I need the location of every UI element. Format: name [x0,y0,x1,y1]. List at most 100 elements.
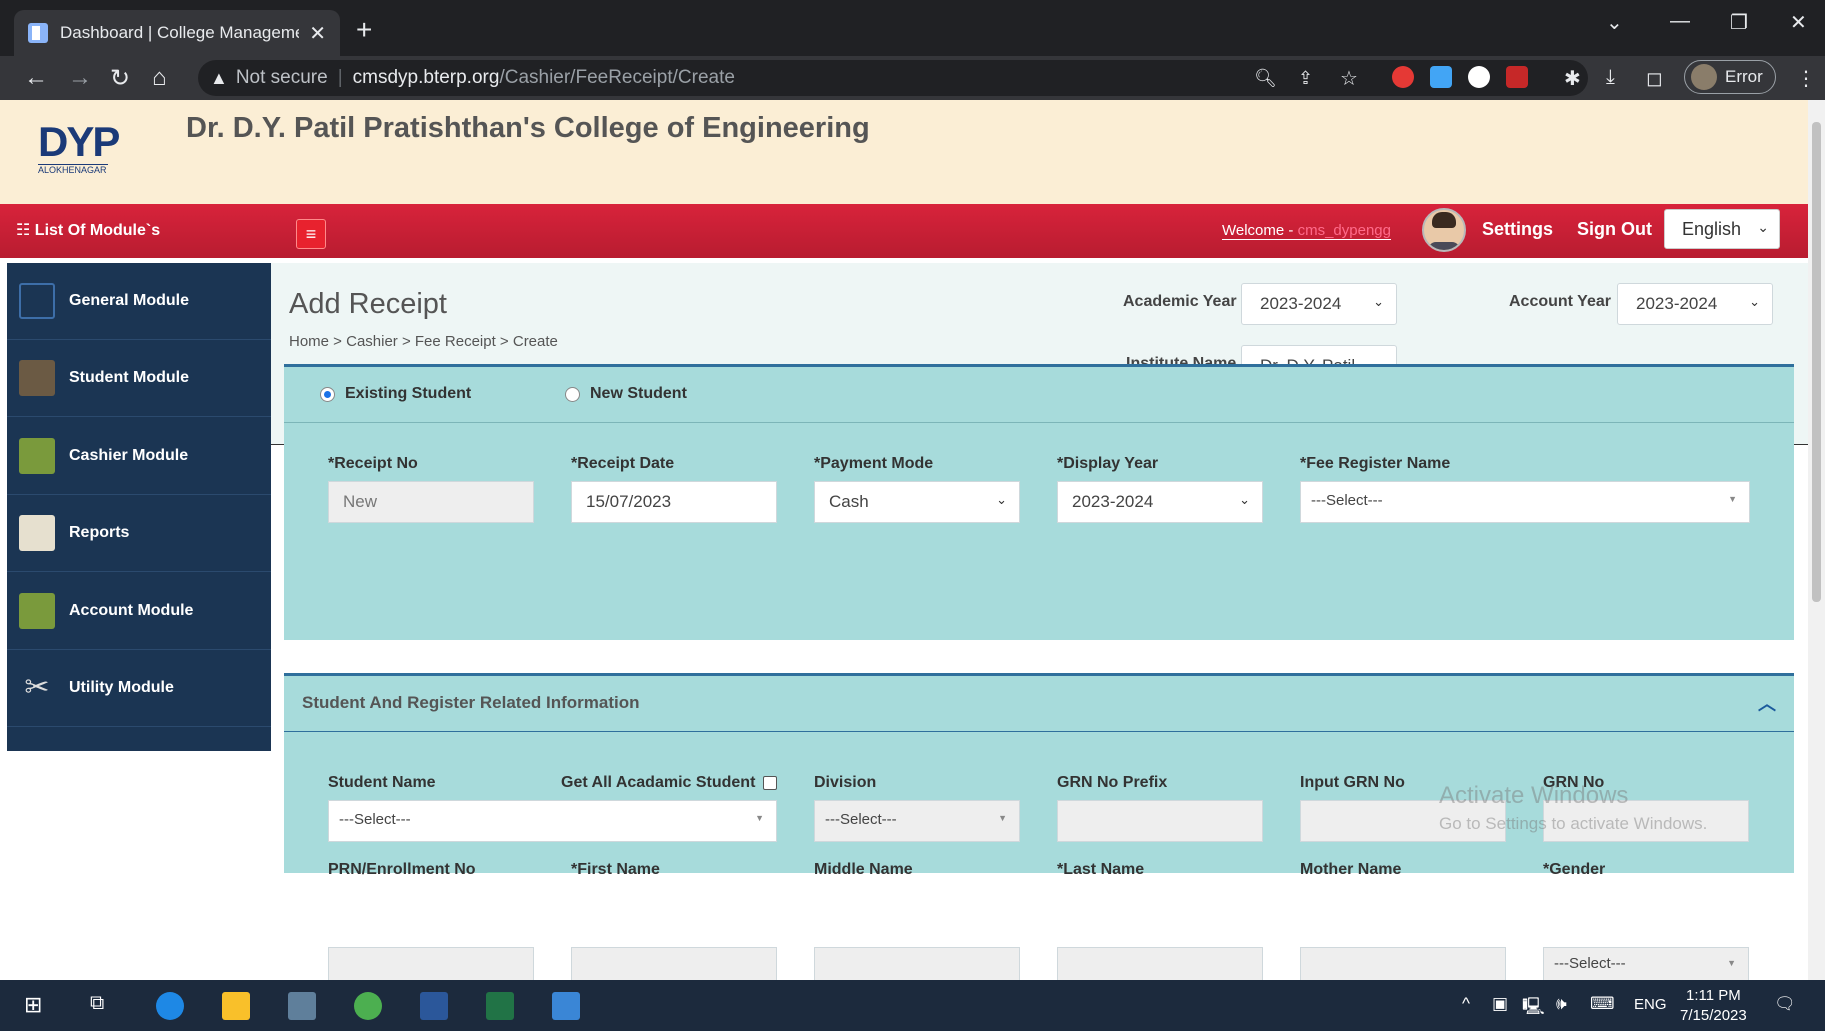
sidebar-item-reports[interactable]: Reports [7,495,271,572]
receipt-date-value: 15/07/2023 [586,492,672,511]
welcome-link[interactable]: Welcome - cms_dypengg [1222,222,1391,240]
address-bar-row: ← → ↻ ⌂ ▲ Not secure | cmsdyp.bterp.org … [0,56,1825,100]
calculator-icon[interactable] [288,992,316,1020]
windows-start-icon[interactable]: ⊞ [24,992,52,1020]
grn-prefix-field[interactable] [1057,800,1263,842]
restore-icon[interactable]: ❐ [1730,10,1748,35]
excel-icon[interactable] [486,992,514,1020]
sidebar-item-label: General Module [69,292,190,309]
academic-year-select[interactable]: 2023-2024 ⌄ [1241,283,1397,325]
tray-chevron-up-icon[interactable]: ^ [1462,994,1470,1014]
dropdown-arrow-icon: ▼ [1728,494,1737,504]
fee-register-select[interactable]: ---Select--- ▼ [1300,481,1750,523]
extension-blue-icon[interactable] [1430,66,1452,88]
page-scrollbar[interactable] [1808,100,1825,980]
back-icon[interactable]: ← [24,64,48,92]
side-panel-icon[interactable]: ◻ [1646,66,1663,91]
tray-app-icon[interactable]: ▣ [1492,994,1508,1014]
user-avatar[interactable] [1422,208,1466,252]
account-year-select[interactable]: 2023-2024 ⌄ [1617,283,1773,325]
get-all-students-checkbox[interactable] [763,775,778,790]
task-view-icon[interactable]: ⧉ [90,992,118,1020]
first-name-field[interactable] [571,947,777,980]
settings-link[interactable]: Settings [1482,219,1553,240]
last-name-field[interactable] [1057,947,1263,980]
windows-taskbar: ⊞ ⧉ ^ ▣ 🖳︎ 🕪︎ ⌨ ENG 1:11 PM 7/15/2023 🗨︎ [0,980,1825,1031]
url-field[interactable]: ▲ Not secure | cmsdyp.bterp.org /Cashier… [198,60,1588,96]
volume-icon[interactable]: 🕪︎ [1556,994,1567,1014]
extensions-puzzle-icon[interactable]: ✱ [1564,66,1581,91]
chevron-down-icon: ⌄ [1757,219,1769,235]
forward-icon[interactable]: → [68,64,92,92]
word-icon[interactable] [420,992,448,1020]
zoom-icon[interactable]: 🔍︎ [1254,68,1277,89]
browser-tab[interactable]: Dashboard | College Managemer ✕ [14,10,340,56]
account-year-value: 2023-2024 [1636,294,1718,313]
division-select[interactable]: ---Select--- ▼ [814,800,1020,842]
last-name-label: *Last Name [1057,861,1145,878]
sidebar-item-utility[interactable]: ✂ Utility Module [7,650,271,727]
receipt-no-label: *Receipt No [328,455,418,472]
extension-pdf-icon[interactable] [1506,66,1528,88]
sidebar-item-account[interactable]: Account Module [7,573,271,650]
receipt-date-field[interactable]: 15/07/2023 [571,481,777,523]
edge-icon[interactable] [156,992,184,1020]
account-icon [19,593,55,629]
activate-windows-hint: Go to Settings to activate Windows. [1439,814,1708,833]
middle-name-field[interactable] [814,947,1020,980]
notification-icon[interactable]: 🗨︎ [1774,994,1796,1014]
sidebar-item-general[interactable]: General Module [7,263,271,340]
collapse-chevron-up-icon[interactable]: ︿ [1758,690,1776,716]
breadcrumb: Home > Cashier > Fee Receipt > Create [289,333,558,350]
gender-select[interactable]: ---Select--- ▼ [1543,947,1749,980]
download-icon[interactable]: ⤓ [1606,66,1615,89]
new-tab-icon[interactable]: + [356,14,372,46]
student-panel-header[interactable]: Student And Register Related Information… [284,676,1794,732]
academic-year-value: 2023-2024 [1260,294,1342,313]
sidebar-item-label: Account Module [69,602,194,619]
tools-icon: ✂ [24,671,50,704]
receipt-date-label: *Receipt Date [571,455,675,472]
menu-toggle-button[interactable]: ≡ [296,219,326,249]
mother-name-field[interactable] [1300,947,1506,980]
network-icon[interactable]: 🖳︎ [1522,994,1545,1023]
new-student-radio[interactable]: New Student [565,385,687,403]
language-select[interactable]: English ⌄ [1664,209,1780,249]
home-icon[interactable]: ⌂ [152,64,167,92]
keyboard-icon[interactable]: ⌨ [1590,994,1615,1014]
payment-mode-select[interactable]: Cash ⌄ [814,481,1020,523]
chevron-down-icon: ⌄ [1373,294,1384,309]
student-info-panel: Student And Register Related Information… [284,673,1794,878]
prn-field[interactable] [328,947,534,980]
extension-red-icon[interactable] [1392,66,1414,88]
profile-error-button[interactable]: Error [1684,60,1776,94]
sidebar-item-student[interactable]: Student Module [7,340,271,417]
existing-student-radio[interactable]: Existing Student [320,385,471,403]
minimize-icon[interactable]: — [1670,10,1690,33]
input-language[interactable]: ENG [1634,996,1667,1013]
share-icon[interactable]: ⇪ [1298,68,1313,89]
display-year-select[interactable]: 2023-2024 ⌄ [1057,481,1263,523]
student-name-select[interactable]: ---Select--- ▼ [328,800,777,842]
radio-selected-icon [320,386,335,402]
scrollbar-thumb[interactable] [1812,122,1821,602]
tab-search-icon[interactable]: ⌄ [1606,10,1623,35]
close-window-icon[interactable]: ✕ [1790,10,1807,35]
taskbar-clock[interactable]: 1:11 PM 7/15/2023 [1680,986,1747,1026]
bookmark-star-icon[interactable]: ☆ [1340,66,1358,91]
chrome-icon[interactable] [354,992,382,1020]
sidebar-item-label: Cashier Module [69,447,189,464]
browser-menu-icon[interactable]: ⋮ [1796,66,1816,91]
close-tab-icon[interactable]: ✕ [309,21,326,46]
modules-list-toggle[interactable]: ☷ List Of Module`s [16,220,160,240]
get-all-students-text: Get All Acadamic Student [561,774,756,791]
gender-value: ---Select--- [1554,955,1626,972]
file-explorer-icon[interactable] [222,992,250,1020]
account-year-label: Account Year [1509,293,1611,310]
reload-icon[interactable]: ↻ [110,64,130,93]
sidebar-item-cashier[interactable]: Cashier Module [7,418,271,495]
sidebar-item-label: Utility Module [69,679,174,696]
sign-out-link[interactable]: Sign Out [1577,219,1652,240]
photos-icon[interactable] [552,992,580,1020]
extension-plus-icon[interactable] [1468,66,1490,88]
